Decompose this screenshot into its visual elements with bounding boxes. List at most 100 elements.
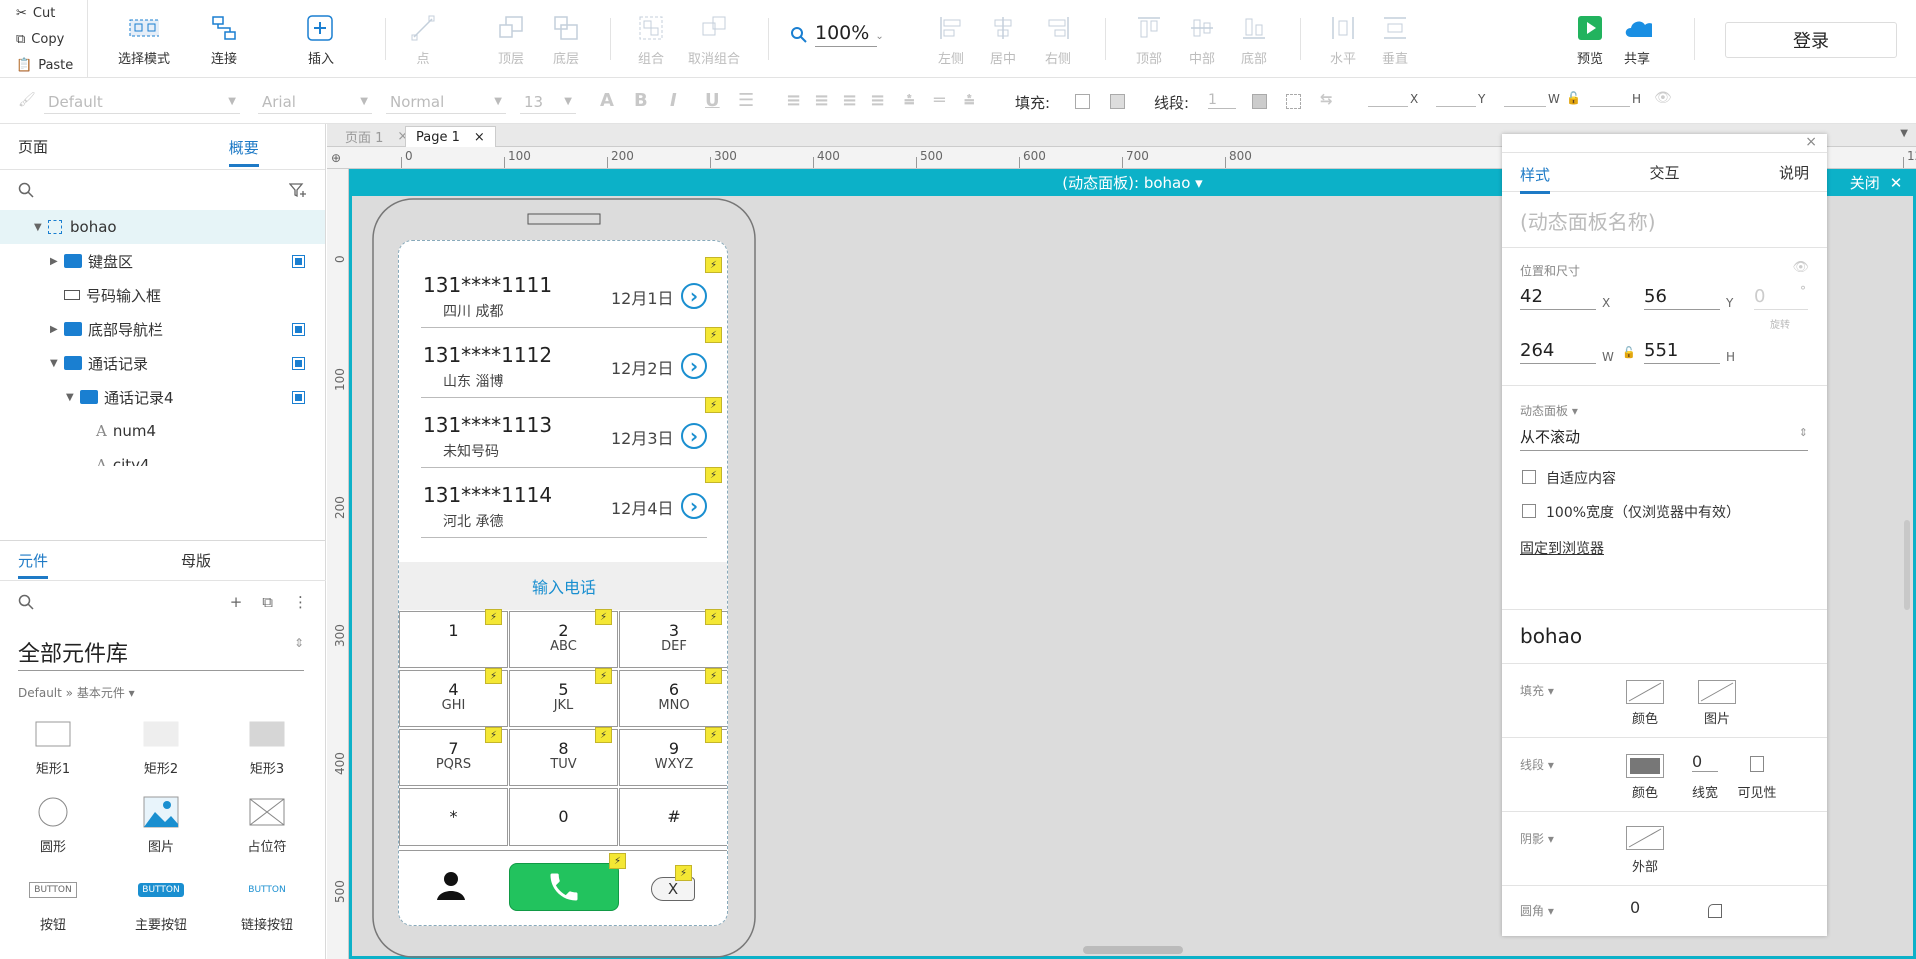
lightning-icon[interactable]: ⚡ [595, 609, 612, 625]
fill-image-swatch[interactable] [1110, 94, 1125, 109]
lightning-icon[interactable]: ⚡ [595, 668, 612, 684]
fill-color-swatch[interactable] [1626, 680, 1664, 704]
tab-pages[interactable]: 页面 [0, 124, 163, 169]
lightning-icon[interactable]: ⚡ [485, 727, 502, 743]
align-text-left-icon[interactable]: ≡ [786, 90, 801, 111]
shadow-outer-swatch[interactable] [1626, 826, 1664, 850]
outline-item[interactable]: ▶ 键盘区 [0, 244, 325, 278]
keypad-key[interactable]: # [619, 788, 727, 846]
radius-label[interactable]: 圆角 ▾ [1520, 902, 1554, 919]
chevron-right-icon[interactable]: ▶ [50, 256, 64, 267]
tab-style[interactable]: 样式 [1520, 164, 1551, 194]
connect-button[interactable]: 连接 [209, 12, 239, 72]
search-icon[interactable] [18, 594, 34, 610]
call-button[interactable] [509, 863, 619, 911]
chevron-down-icon[interactable]: ▼ [66, 392, 80, 403]
layer-square-icon[interactable] [292, 322, 305, 336]
border-color-swatch[interactable] [1626, 754, 1664, 778]
italic-icon[interactable]: I [670, 90, 677, 111]
element-tile[interactable]: 图片 [116, 794, 206, 855]
border-label[interactable]: 线段 ▾ [1520, 756, 1554, 773]
lightning-icon[interactable]: ⚡ [705, 609, 722, 625]
panel-name-input[interactable]: (动态面板名称) [1520, 206, 1656, 235]
lightning-icon[interactable]: ⚡ [705, 327, 722, 343]
outline-item[interactable]: ▼ 通话记录 [0, 346, 325, 380]
arrow-style-icon[interactable]: ⇆ [1320, 90, 1333, 108]
more-icon[interactable]: ⋮ [293, 593, 308, 611]
paste-button[interactable]: 📋 Paste [0, 52, 87, 78]
lock-icon[interactable]: 🔓 [1622, 346, 1636, 359]
close-icon[interactable]: × [474, 130, 485, 145]
lightning-icon[interactable]: ⚡ [485, 668, 502, 684]
phone-input-box[interactable]: 输入电话 [399, 562, 727, 610]
keypad-key[interactable]: * [399, 788, 508, 846]
font-select[interactable]: Arial ▼ [258, 90, 372, 114]
call-log-item[interactable]: 131****1113 未知号码 12月3日 › [399, 399, 727, 469]
call-log-item[interactable]: 131****1114 河北 承德 12月4日 › [399, 469, 727, 539]
library-import-icon[interactable]: ⧉ [262, 593, 273, 611]
lightning-icon[interactable]: ⚡ [609, 853, 626, 869]
outline-item[interactable]: ▼ bohao [0, 210, 325, 244]
distribute-horizontal-button[interactable]: 水平 [1328, 12, 1358, 72]
search-icon[interactable] [18, 182, 34, 198]
valign-top-icon[interactable]: ⩮ [904, 90, 915, 111]
select-mode-button[interactable]: 选择模式 [118, 12, 170, 72]
outline-item[interactable]: 号码输入框 [0, 278, 325, 312]
close-icon[interactable]: × [1805, 134, 1817, 150]
align-text-right-icon[interactable]: ≡ [842, 90, 857, 111]
layer-square-icon[interactable] [292, 356, 305, 370]
radius-corner-icon[interactable] [1708, 904, 1722, 918]
style-select[interactable]: Default ▼ [44, 90, 240, 114]
scroll-select[interactable]: 从不滚动 ⇕ [1520, 426, 1808, 451]
lightning-icon[interactable]: ⚡ [705, 467, 722, 483]
align-center-button[interactable]: 居中 [988, 12, 1018, 72]
send-bottom-button[interactable]: 底层 [551, 12, 581, 72]
contacts-icon[interactable] [435, 869, 467, 901]
dynamic-panel-label[interactable]: 动态面板 ▾ [1520, 402, 1578, 419]
outline-item[interactable]: ▶ 底部导航栏 [0, 312, 325, 346]
element-tile[interactable]: 占位符 [222, 794, 312, 855]
valign-middle-icon[interactable]: ═ [934, 90, 945, 111]
align-left-button[interactable]: 左侧 [936, 12, 966, 72]
layer-square-icon[interactable] [292, 254, 305, 268]
line-pattern-swatch[interactable] [1286, 94, 1301, 109]
element-tile[interactable]: 矩形3 [222, 716, 312, 777]
tab-elements[interactable]: 元件 [0, 541, 163, 580]
pin-to-browser-link[interactable]: 固定到浏览器 [1520, 538, 1604, 558]
border-visibility-icon[interactable] [1750, 756, 1764, 772]
doc-tab-page1[interactable]: Page 1 × [405, 126, 496, 147]
tab-outline[interactable]: 概要 [163, 124, 325, 169]
border-width-input[interactable]: 0 [1692, 752, 1718, 772]
tab-interaction[interactable]: 交互 [1649, 162, 1679, 183]
ungroup-button[interactable]: 取消组合 [688, 12, 740, 72]
preview-button[interactable]: 预览 [1575, 12, 1605, 72]
font-size-select[interactable]: 13 ▼ [520, 90, 576, 114]
w-field[interactable] [1504, 106, 1546, 107]
element-tile[interactable]: BUTTON 按钮 [8, 872, 98, 933]
chevron-down-icon[interactable]: ▼ [34, 222, 48, 233]
x-input[interactable]: 42 [1520, 286, 1596, 310]
element-tile[interactable]: BUTTON 链接按钮 [222, 872, 312, 933]
shadow-label[interactable]: 阴影 ▾ [1520, 830, 1554, 847]
justify-icon[interactable]: ≡ [870, 90, 885, 111]
fit-content-checkbox[interactable] [1522, 470, 1536, 484]
filter-icon[interactable] [289, 182, 307, 198]
chevron-right-circle-icon[interactable]: › [681, 353, 707, 379]
height-input[interactable]: 551 [1644, 340, 1720, 364]
align-top-button[interactable]: 顶部 [1134, 12, 1164, 72]
zoom-select[interactable]: 100% ⌄ [815, 22, 884, 47]
radius-input[interactable]: 0 [1630, 898, 1640, 917]
tab-notes[interactable]: 说明 [1779, 162, 1809, 183]
lock-icon[interactable]: 🔓 [1566, 91, 1581, 105]
fill-image-swatch[interactable] [1698, 680, 1736, 704]
align-right-button[interactable]: 右侧 [1043, 12, 1073, 72]
line-width-input[interactable]: 1 [1208, 92, 1236, 109]
copy-button[interactable]: ⧉ Copy [0, 26, 87, 52]
lightning-icon[interactable]: ⚡ [675, 865, 692, 881]
cut-button[interactable]: ✂ Cut [0, 0, 87, 26]
element-tile[interactable]: 矩形2 [116, 716, 206, 777]
h-field[interactable] [1590, 106, 1630, 107]
distribute-vertical-button[interactable]: 垂直 [1380, 12, 1410, 72]
element-tile[interactable]: BUTTON 主要按钮 [116, 872, 206, 933]
font-color-icon[interactable]: A [600, 90, 614, 111]
